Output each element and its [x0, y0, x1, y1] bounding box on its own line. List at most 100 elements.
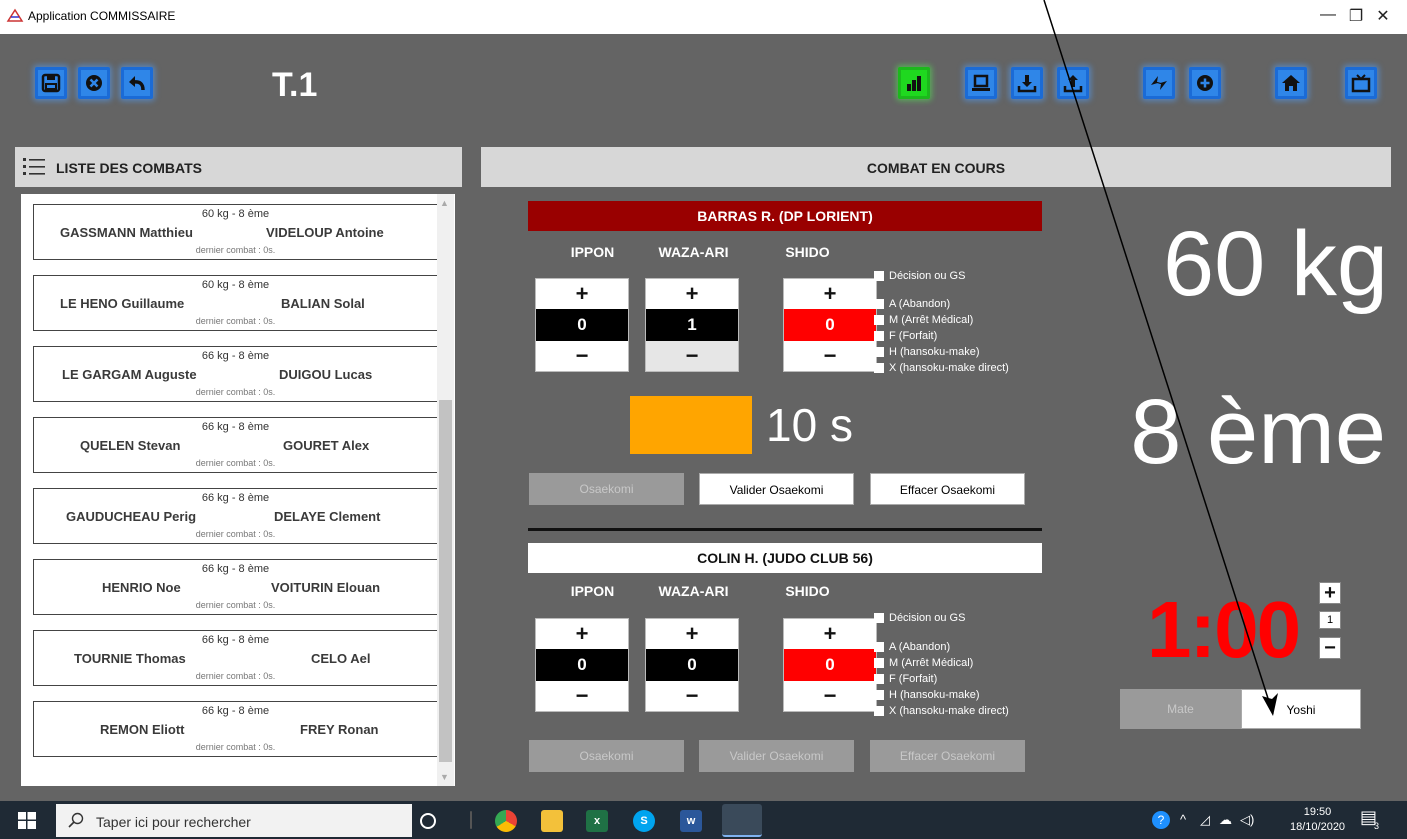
last-fight: dernier combat : 0s. — [195, 245, 276, 255]
fight-item[interactable]: 60 kg - 8 ème GASSMANN Matthieu VIDELOUP… — [33, 204, 438, 260]
yoshi-button[interactable]: Yoshi — [1241, 689, 1361, 729]
red-clear-osaekomi-button[interactable]: Effacer Osaekomi — [870, 473, 1025, 505]
white-shido-minus-button[interactable]: − — [784, 681, 876, 711]
fight-item[interactable]: 66 kg - 8 ème HENRIO Noe VOITURIN Elouan… — [33, 559, 438, 615]
search-placeholder: Taper ici pour rechercher — [96, 814, 251, 830]
undo-button[interactable] — [121, 67, 153, 99]
white-clear-osaekomi-button[interactable]: Effacer Osaekomi — [870, 740, 1025, 772]
white-ippon-score: + 0 − — [535, 618, 629, 712]
save-button[interactable] — [35, 67, 67, 99]
red-waza-ari-value: 1 — [646, 309, 738, 341]
fight-item[interactable]: 66 kg - 8 ème QUELEN Stevan GOURET Alex … — [33, 417, 438, 473]
home-button[interactable] — [1275, 67, 1307, 99]
clock-step-value[interactable]: 1 — [1319, 611, 1341, 629]
fight-item[interactable]: 66 kg - 8 ème GAUDUCHEAU Perig DELAYE Cl… — [33, 488, 438, 544]
waza-ari-label: WAZA-ARI — [658, 583, 729, 599]
fight-category: 66 kg - 8 ème — [201, 350, 270, 362]
scroll-up-icon[interactable]: ▲ — [440, 198, 449, 208]
add-button[interactable] — [1189, 67, 1221, 99]
fight-item[interactable]: 66 kg - 8 ème TOURNIE Thomas CELO Ael de… — [33, 630, 438, 686]
red-ippon-minus-button[interactable]: − — [536, 341, 628, 371]
minimize-button[interactable]: — — [1318, 6, 1338, 24]
network-icon[interactable]: ◿ — [1200, 812, 1210, 828]
title-bar: Application COMMISSAIRE — ❐ ✕ — [0, 0, 1407, 34]
undo-icon — [129, 76, 145, 91]
white-ippon-plus-button[interactable]: + — [536, 619, 628, 649]
file-explorer-icon[interactable] — [541, 810, 563, 832]
red-hansoku-checkbox[interactable]: H (hansoku-make) — [874, 346, 979, 359]
white-abandon-checkbox[interactable]: A (Abandon) — [874, 641, 950, 654]
fight-item[interactable]: 66 kg - 8 ème LE GARGAM Auguste DUIGOU L… — [33, 346, 438, 402]
download-button[interactable] — [1011, 67, 1043, 99]
white-ippon-value: 0 — [536, 649, 628, 681]
cortana-icon[interactable] — [420, 813, 436, 829]
window-title: Application COMMISSAIRE — [28, 9, 176, 23]
white-waza-ari-plus-button[interactable]: + — [646, 619, 738, 649]
fight-item[interactable]: 66 kg - 8 ème REMON Eliott FREY Ronan de… — [33, 701, 438, 757]
red-abandon-checkbox[interactable]: A (Abandon) — [874, 298, 950, 311]
white-validate-osaekomi-button[interactable]: Valider Osaekomi — [699, 740, 854, 772]
red-osaekomi-button[interactable]: Osaekomi — [529, 473, 684, 505]
last-fight: dernier combat : 0s. — [195, 671, 276, 681]
chrome-icon[interactable] — [495, 810, 517, 832]
display-button[interactable] — [1345, 67, 1377, 99]
red-ippon-plus-button[interactable]: + — [536, 279, 628, 309]
white-forfait-checkbox[interactable]: F (Forfait) — [874, 673, 937, 686]
last-fight: dernier combat : 0s. — [195, 742, 276, 752]
white-osaekomi-button[interactable]: Osaekomi — [529, 740, 684, 772]
last-fight: dernier combat : 0s. — [195, 600, 276, 610]
white-decision-checkbox[interactable]: Décision ou GS — [874, 612, 965, 625]
onedrive-icon[interactable]: ☁ — [1219, 812, 1232, 828]
computer-button[interactable] — [965, 67, 997, 99]
help-icon[interactable]: ? — [1152, 811, 1170, 829]
swap-button[interactable] — [1143, 67, 1175, 99]
clock-plus-button[interactable]: + — [1319, 582, 1341, 604]
upload-icon — [1063, 75, 1083, 93]
chevron-up-icon[interactable]: ^ — [1180, 812, 1186, 827]
fight-list[interactable]: 60 kg - 8 ème GASSMANN Matthieu VIDELOUP… — [21, 194, 455, 786]
white-hansoku-checkbox[interactable]: H (hansoku-make) — [874, 689, 979, 702]
mate-button[interactable]: Mate — [1120, 689, 1241, 729]
white-shido-plus-button[interactable]: + — [784, 619, 876, 649]
excel-icon[interactable]: x — [586, 810, 608, 832]
red-waza-ari-minus-button[interactable]: − — [646, 341, 738, 371]
volume-icon[interactable]: ◁) — [1240, 812, 1254, 828]
red-forfait-checkbox[interactable]: F (Forfait) — [874, 330, 937, 343]
red-medical-checkbox[interactable]: M (Arrêt Médical) — [874, 314, 973, 327]
red-hansoku-direct-checkbox[interactable]: X (hansoku-make direct) — [874, 362, 1009, 375]
red-decision-checkbox[interactable]: Décision ou GS — [874, 270, 965, 283]
scroll-thumb[interactable] — [439, 400, 452, 762]
commissaire-app-icon[interactable] — [722, 804, 762, 837]
download-icon — [1017, 75, 1037, 93]
fighter-2: BALIAN Solal — [281, 296, 365, 311]
skype-icon[interactable]: S — [633, 810, 655, 832]
white-ippon-minus-button[interactable]: − — [536, 681, 628, 711]
word-icon[interactable]: w — [680, 810, 702, 832]
clock-tray[interactable]: 19:50 18/10/2020 — [1290, 805, 1345, 835]
fight-item[interactable]: 60 kg - 8 ème LE HENO Guillaume BALIAN S… — [33, 275, 438, 331]
red-shido-minus-button[interactable]: − — [784, 341, 876, 371]
white-waza-ari-minus-button[interactable]: − — [646, 681, 738, 711]
windows-start-icon[interactable] — [18, 812, 36, 829]
fight-category: 60 kg - 8 ème — [201, 279, 270, 291]
cancel-button[interactable] — [78, 67, 110, 99]
white-hansoku-direct-checkbox[interactable]: X (hansoku-make direct) — [874, 705, 1009, 718]
scroll-down-icon[interactable]: ▼ — [440, 772, 449, 782]
white-medical-checkbox[interactable]: M (Arrêt Médical) — [874, 657, 973, 670]
task-view-icon[interactable] — [470, 811, 472, 829]
stats-button[interactable] — [898, 67, 930, 99]
taskbar-search[interactable]: Taper ici pour rechercher — [56, 804, 412, 837]
upload-button[interactable] — [1057, 67, 1089, 99]
maximize-button[interactable]: ❐ — [1346, 6, 1366, 26]
last-fight: dernier combat : 0s. — [195, 316, 276, 326]
fighter-2: VOITURIN Elouan — [271, 580, 381, 595]
fighter-1: QUELEN Stevan — [80, 438, 181, 453]
close-window-button[interactable]: ✕ — [1373, 6, 1393, 26]
fight-category: 60 kg - 8 ème — [201, 208, 270, 220]
red-waza-ari-plus-button[interactable]: + — [646, 279, 738, 309]
red-shido-plus-button[interactable]: + — [784, 279, 876, 309]
fight-list-scrollbar[interactable]: ▲ ▼ — [437, 194, 454, 786]
red-validate-osaekomi-button[interactable]: Valider Osaekomi — [699, 473, 854, 505]
clock-minus-button[interactable]: − — [1319, 637, 1341, 659]
red-waza-ari-score: + 1 − — [645, 278, 739, 372]
